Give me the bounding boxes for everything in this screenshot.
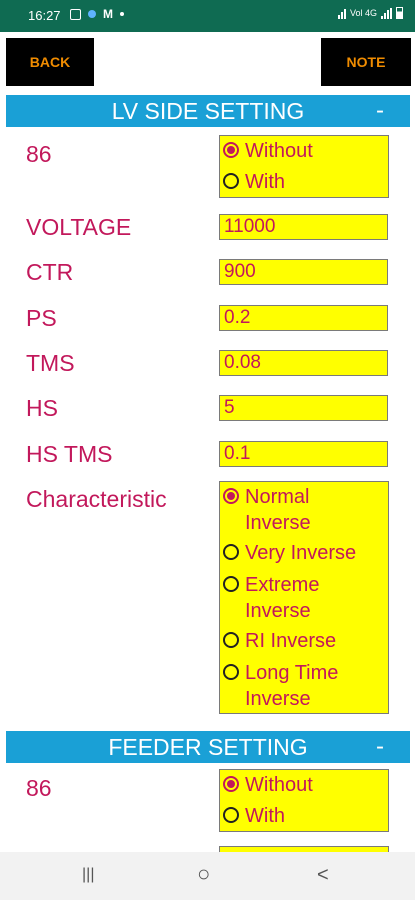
battery-icon xyxy=(396,7,403,19)
feeder-setting-header[interactable]: FEEDER SETTING - xyxy=(6,731,410,763)
system-nav-bar: ||| ○ < xyxy=(0,852,415,900)
voltage-label: VOLTAGE xyxy=(26,214,132,240)
bluetooth-dot-icon xyxy=(88,10,96,18)
ps-label: PS xyxy=(26,305,57,331)
characteristic-label: Characteristic xyxy=(26,486,167,512)
feeder-relay-86-label: 86 xyxy=(26,775,52,801)
relay-86-radio-group: Without With xyxy=(219,135,389,198)
characteristic-radio-group: Normal Inverse Very Inverse Extreme Invers… xyxy=(219,481,389,714)
radio-unselected-icon xyxy=(223,807,239,823)
radio-option-long-time-inverse[interactable]: Long Time Inverse xyxy=(223,660,338,712)
notification-icons: M xyxy=(70,7,124,21)
ctr-label: CTR xyxy=(26,259,74,285)
tms-label: TMS xyxy=(26,350,75,376)
home-button[interactable]: ○ xyxy=(197,861,210,887)
section-title: LV SIDE SETTING xyxy=(111,97,305,124)
back-button[interactable]: BACK xyxy=(6,38,94,86)
radio-selected-icon xyxy=(223,488,239,504)
radio-option-ri-inverse[interactable]: RI Inverse xyxy=(223,628,336,654)
voltage-field[interactable]: 11000 xyxy=(219,214,388,240)
radio-option-normal-inverse[interactable]: Normal Inverse xyxy=(223,484,311,536)
system-icons: Vol 4G xyxy=(337,7,403,19)
hs-tms-label: HS TMS xyxy=(26,441,113,467)
radio-unselected-icon xyxy=(223,632,239,648)
wifi-icon xyxy=(337,8,346,19)
section-title: FEEDER SETTING xyxy=(108,733,308,760)
recents-button[interactable]: ||| xyxy=(82,866,94,884)
radio-option-very-inverse[interactable]: Very Inverse xyxy=(223,540,356,566)
back-nav-button[interactable]: < xyxy=(317,864,329,887)
collapse-icon[interactable]: - xyxy=(376,733,384,761)
hs-tms-field[interactable]: 0.1 xyxy=(219,441,388,467)
tms-field[interactable]: 0.08 xyxy=(219,350,388,376)
hs-field[interactable]: 5 xyxy=(219,395,388,421)
radio-unselected-icon xyxy=(223,173,239,189)
status-bar: 16:27 M Vol 4G xyxy=(0,0,415,32)
network-label: Vol 4G xyxy=(349,8,377,18)
radio-unselected-icon xyxy=(223,576,239,592)
radio-unselected-icon xyxy=(223,544,239,560)
feeder-relay-86-radio-group: Without With xyxy=(219,769,389,832)
status-time: 16:27 xyxy=(28,8,61,23)
ps-field[interactable]: 0.2 xyxy=(219,305,388,331)
collapse-icon[interactable]: - xyxy=(376,97,384,125)
radio-selected-icon xyxy=(223,142,239,158)
radio-selected-icon xyxy=(223,776,239,792)
ctr-field[interactable]: 900 xyxy=(219,259,388,285)
radio-option-with[interactable]: With xyxy=(223,169,285,195)
hs-label: HS xyxy=(26,395,58,421)
radio-option-without[interactable]: Without xyxy=(223,772,313,798)
signal-icon xyxy=(381,7,392,19)
note-button[interactable]: NOTE xyxy=(321,38,411,86)
radio-option-with[interactable]: With xyxy=(223,803,285,829)
relay-86-label: 86 xyxy=(26,141,52,167)
m-app-icon: M xyxy=(103,7,113,21)
radio-option-extreme-inverse[interactable]: Extreme Inverse xyxy=(223,572,319,624)
lv-side-setting-header[interactable]: LV SIDE SETTING - xyxy=(6,95,410,127)
radio-option-without[interactable]: Without xyxy=(223,138,313,164)
dot-icon xyxy=(120,12,124,16)
radio-unselected-icon xyxy=(223,664,239,680)
gallery-icon xyxy=(70,8,81,20)
